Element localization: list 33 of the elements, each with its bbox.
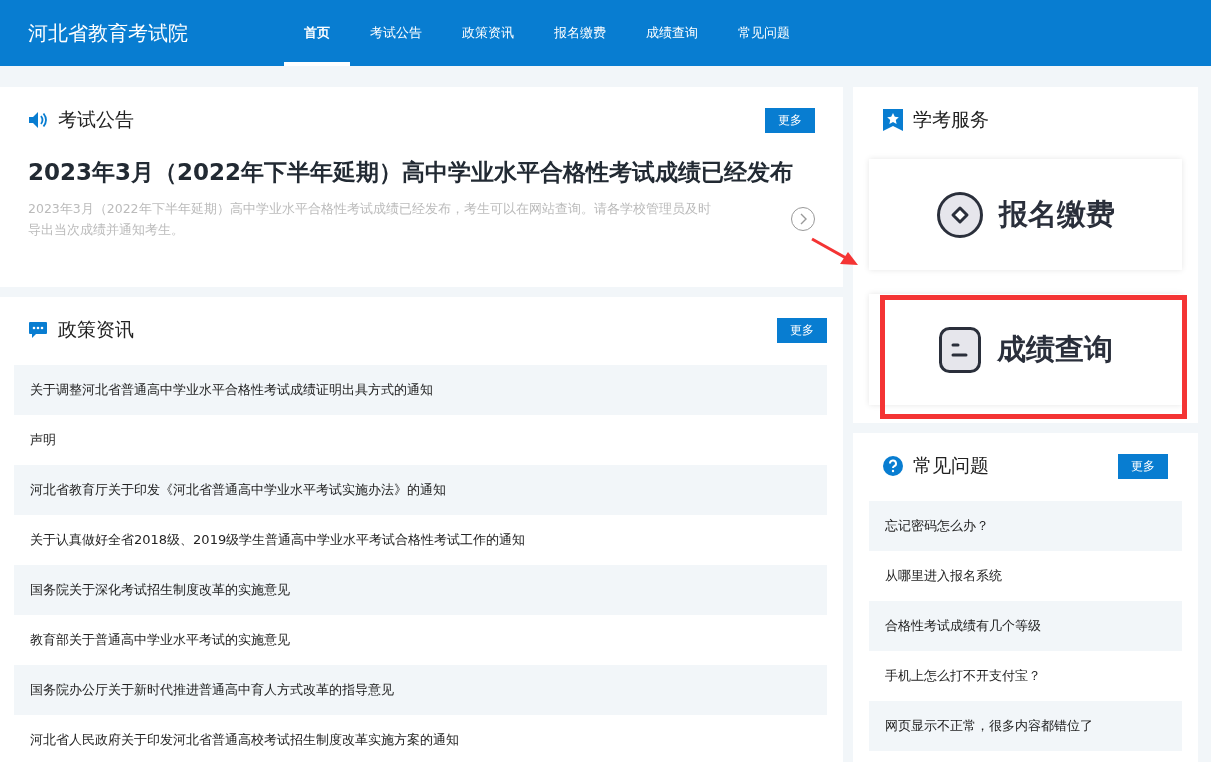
nav-tab[interactable]: 报名缴费 xyxy=(534,0,626,66)
policy-link[interactable]: 国务院办公厅关于新时代推进普通高中育人方式改革的指导意见 xyxy=(14,665,827,715)
section-title: 政策资讯 xyxy=(58,317,134,342)
star-bookmark-icon xyxy=(883,109,903,131)
announcement-summary: 2023年3月（2022年下半年延期）高中学业水平合格性考试成绩已经发布，考生可以在网站查询。请各学校管理员及时导出当次成绩并通知考生。 xyxy=(28,200,712,239)
more-button[interactable]: 更多 xyxy=(765,107,815,133)
nav-tab[interactable]: 首页 xyxy=(284,0,350,66)
faq-link[interactable]: 合格性考试成绩有几个等级 xyxy=(869,601,1182,651)
service-tile[interactable]: 成绩查询 xyxy=(869,294,1182,405)
nav-tab[interactable]: 政策资讯 xyxy=(442,0,534,66)
faq-link[interactable]: 忘记密码怎么办？ xyxy=(869,501,1182,551)
nav-tab[interactable]: 成绩查询 xyxy=(626,0,718,66)
chevron-right-icon xyxy=(798,213,808,225)
section-title: 学考服务 xyxy=(913,107,989,132)
section-title: 考试公告 xyxy=(58,107,134,132)
policy-link[interactable]: 河北省教育厅关于印发《河北省普通高中学业水平考试实施办法》的通知 xyxy=(14,465,827,515)
coin-icon xyxy=(936,191,983,238)
chat-icon xyxy=(28,321,48,339)
service-tile[interactable]: 报名缴费 xyxy=(869,159,1182,270)
policy-link[interactable]: 国务院关于深化考试招生制度改革的实施意见 xyxy=(14,565,827,615)
nav-tab[interactable]: 考试公告 xyxy=(350,0,442,66)
next-button[interactable] xyxy=(791,207,815,231)
document-icon xyxy=(938,326,981,373)
announcement-headline: 2023年3月（2022年下半年延期）高中学业水平合格性考试成绩已经发布 xyxy=(28,158,795,187)
section-title: 常见问题 xyxy=(913,453,989,478)
help-icon xyxy=(883,456,903,476)
more-button[interactable]: 更多 xyxy=(777,317,827,343)
policy-link[interactable]: 关于调整河北省普通高中学业水平合格性考试成绩证明出具方式的通知 xyxy=(14,365,827,415)
speaker-icon xyxy=(28,111,48,129)
site-title: 河北省教育考试院 xyxy=(28,19,189,47)
more-button[interactable]: 更多 xyxy=(1118,453,1168,479)
faq-link[interactable]: 网页显示不正常，很多内容都错位了 xyxy=(869,701,1182,751)
nav-tab[interactable]: 常见问题 xyxy=(718,0,810,66)
